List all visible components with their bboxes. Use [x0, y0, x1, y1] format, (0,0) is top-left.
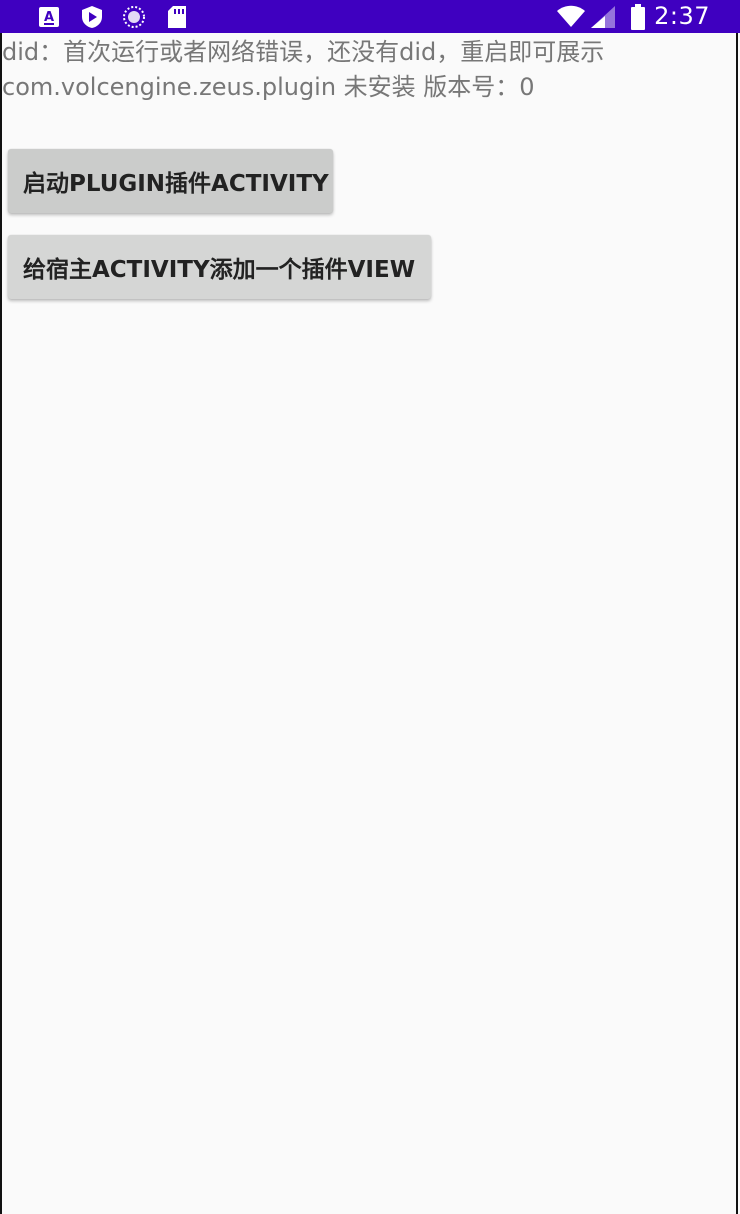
svg-text:A: A	[44, 10, 54, 25]
plugin-status-text: com.volcengine.zeus.plugin 未安装 版本号：0	[2, 73, 535, 101]
cellular-signal-icon	[590, 0, 616, 33]
status-time: 2:37	[654, 2, 710, 30]
add-plugin-view-button[interactable]: 给宿主ACTIVITY添加一个插件VIEW	[8, 235, 431, 299]
launch-plugin-activity-button[interactable]: 启动PLUGIN插件ACTIVITY	[8, 149, 333, 213]
sync-circle-icon	[121, 0, 147, 33]
status-bar: A 2:37	[0, 0, 740, 33]
battery-icon	[630, 0, 646, 33]
wifi-icon	[555, 0, 587, 33]
did-status-text: did：首次运行或者网络错误，还没有did，重启即可展示	[2, 38, 605, 66]
keyboard-a-icon: A	[38, 0, 60, 33]
play-shield-icon	[80, 0, 104, 33]
sd-card-icon	[166, 0, 188, 33]
